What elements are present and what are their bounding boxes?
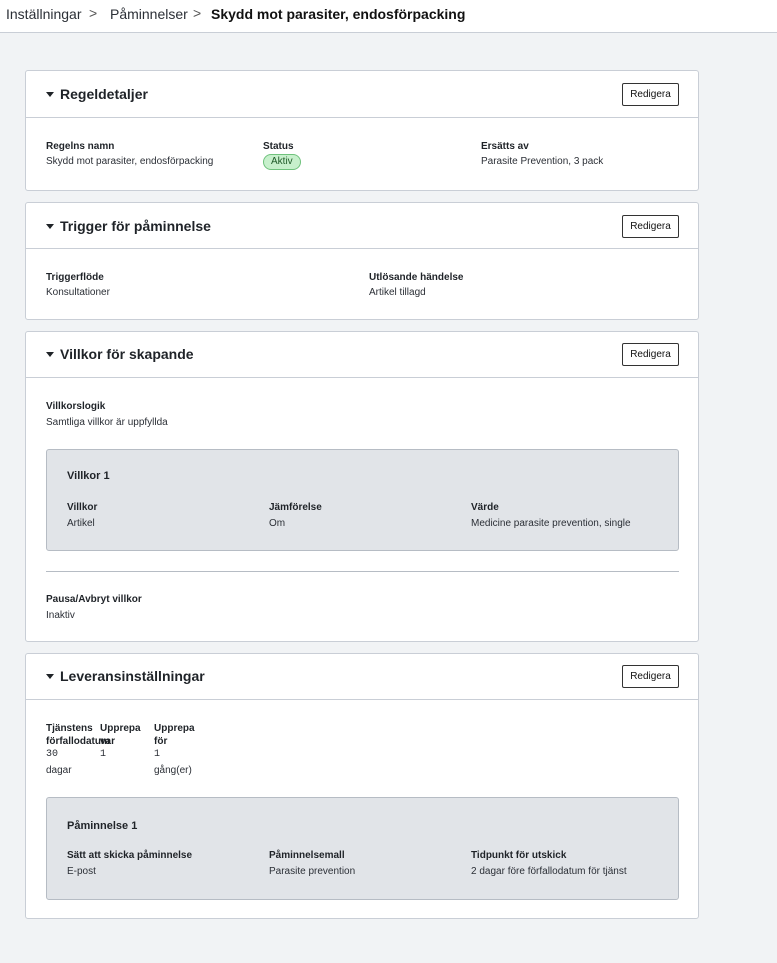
conditions-title: Villkor för skapande <box>60 346 194 362</box>
condition-panel: Villkor 1 Villkor Artikel Jämförelse Om … <box>46 449 679 551</box>
trigger-event-label: Utlösande händelse <box>369 272 464 283</box>
condition-logic-label: Villkorslogik <box>46 401 106 412</box>
trigger-title: Trigger för påminnelse <box>60 218 211 234</box>
condition-field-label: Villkor <box>67 502 98 513</box>
trigger-header: Trigger för påminnelse Redigera <box>26 203 698 249</box>
rule-name-label: Regelns namn <box>46 141 115 152</box>
replaced-by-value: Parasite Prevention, 3 pack <box>481 156 604 167</box>
send-method-label: Sätt att skicka påminnelse <box>67 850 193 861</box>
send-timing-label: Tidpunkt för utskick <box>471 850 567 861</box>
due-date-value: 30 <box>46 749 59 760</box>
condition-panel-title: Villkor 1 <box>67 470 110 482</box>
trigger-flow-label: Triggerflöde <box>46 272 104 283</box>
status-badge: Aktiv <box>263 154 301 170</box>
breadcrumb-current: Skydd mot parasiter, endosförpacking <box>211 6 466 22</box>
rule-details-title: Regeldetaljer <box>60 86 148 102</box>
pause-condition-label: Pausa/Avbryt villkor <box>46 594 142 605</box>
trigger-edit-button[interactable]: Redigera <box>622 215 679 238</box>
conditions-card: Villkor för skapande Redigera Villkorslo… <box>25 331 699 642</box>
due-date-label: Tjänstens förfallodatum <box>46 723 110 747</box>
delivery-edit-button[interactable]: Redigera <box>622 665 679 688</box>
caret-down-icon[interactable] <box>46 224 54 229</box>
conditions-header: Villkor för skapande Redigera <box>26 332 698 378</box>
delivery-card: Leveransinställningar Redigera Tjänstens… <box>25 653 699 919</box>
condition-logic-value: Samtliga villkor är uppfyllda <box>46 417 168 428</box>
comparison-label: Jämförelse <box>269 502 322 513</box>
rule-details-header: Regeldetaljer Redigera <box>26 71 698 118</box>
repeat-for-label: Upprepa för <box>154 723 195 747</box>
send-method-value: E-post <box>67 866 96 877</box>
caret-down-icon[interactable] <box>46 92 54 97</box>
rule-name-value: Skydd mot parasiter, endosförpacking <box>46 156 214 167</box>
repeat-every-value: 1 <box>100 749 107 760</box>
due-date-unit: dagar <box>46 765 72 776</box>
conditions-edit-button[interactable]: Redigera <box>622 343 679 366</box>
trigger-card: Trigger för påminnelse Redigera Triggerf… <box>25 202 699 320</box>
comparison-value: Om <box>269 518 286 529</box>
rule-details-card: Regeldetaljer Redigera Regelns namn Skyd… <box>25 70 699 191</box>
condition-field-value: Artikel <box>67 518 95 529</box>
reminder-template-value: Parasite prevention <box>269 866 356 877</box>
reminder-template-label: Påminnelsemall <box>269 850 345 861</box>
delivery-title: Leveransinställningar <box>60 668 205 684</box>
chevron-right-icon: > <box>89 5 98 21</box>
caret-down-icon[interactable] <box>46 352 54 357</box>
breadcrumb-item-installningar[interactable]: Inställningar <box>6 6 82 22</box>
reminder-panel: Påminnelse 1 Sätt att skicka påminnelse … <box>46 797 679 900</box>
delivery-header: Leveransinställningar Redigera <box>26 654 698 700</box>
reminder-panel-title: Påminnelse 1 <box>67 820 138 832</box>
send-timing-value: 2 dagar före förfallodatum för tjänst <box>471 866 627 877</box>
value-label: Värde <box>471 502 499 513</box>
repeat-every-label: Upprepa var <box>100 723 141 747</box>
rule-details-edit-button[interactable]: Redigera <box>622 83 679 106</box>
value-value: Medicine parasite prevention, single <box>471 518 631 529</box>
pause-condition-value: Inaktiv <box>46 610 75 621</box>
breadcrumb-bar: Inställningar > Påminnelser > Skydd mot … <box>0 0 777 33</box>
trigger-event-value: Artikel tillagd <box>369 287 426 298</box>
caret-down-icon[interactable] <box>46 674 54 679</box>
chevron-right-icon: > <box>193 5 202 21</box>
status-label: Status <box>263 141 294 152</box>
breadcrumb-item-paminnelser[interactable]: Påminnelser <box>110 6 188 22</box>
replaced-by-label: Ersätts av <box>481 141 529 152</box>
trigger-flow-value: Konsultationer <box>46 287 110 298</box>
section-divider <box>46 571 679 572</box>
repeat-for-value: 1 <box>154 749 161 760</box>
repeat-for-unit: gång(er) <box>154 765 192 776</box>
